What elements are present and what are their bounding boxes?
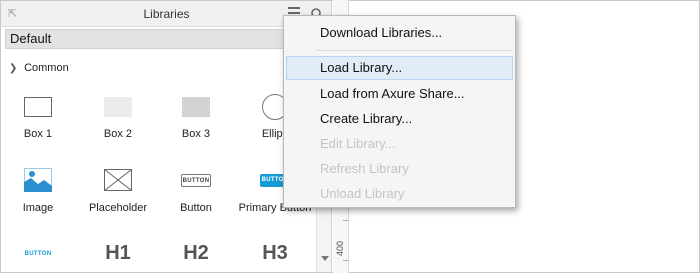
menu-item-edit-library: Edit Library... [320,136,396,151]
widget-label: Box 1 [23,128,53,140]
heading2-preview: H2 [183,242,209,264]
ruler-tick [343,220,348,221]
library-context-menu: Download Libraries... Load Library... Lo… [283,15,516,208]
menu-separator [316,50,512,51]
scroll-down-arrow-icon[interactable] [321,256,329,261]
image-icon [24,168,52,192]
menu-item-load-library[interactable]: Load Library... [286,56,513,80]
ruler-label: 400 [335,240,345,256]
button-preview: BUTTON [181,174,211,187]
widget-label: Image [22,202,54,214]
menu-item-unload-library: Unload Library [320,186,405,201]
widget-link-button[interactable]: BUTTON [1,1,78,257]
widget-label: Box 3 [181,128,211,140]
section-title: Common [24,62,69,74]
placeholder-icon [104,169,132,191]
box1-preview [24,97,52,117]
widget-label: Box 2 [103,128,133,140]
link-button-preview: BUTTON [24,251,52,257]
menu-item-create-library[interactable]: Create Library... [286,107,513,131]
menu-item-refresh-library: Refresh Library [320,161,409,176]
ruler-tick [343,260,348,261]
widget-label: Button [180,202,212,214]
box2-preview [104,97,132,117]
widget-h1[interactable]: H1 [78,1,158,264]
heading1-preview: H1 [105,242,131,264]
menu-item-load-from-axure-share[interactable]: Load from Axure Share... [286,82,513,106]
widget-label: Placeholder [88,202,148,214]
section-common[interactable]: ❯ Common [9,62,69,78]
menu-item-download-libraries[interactable]: Download Libraries... [286,21,513,45]
widget-h2[interactable]: H2 [156,1,236,264]
heading3-preview: H3 [262,242,288,264]
chevron-down-icon: ❯ [9,63,18,74]
box3-preview [182,97,210,117]
